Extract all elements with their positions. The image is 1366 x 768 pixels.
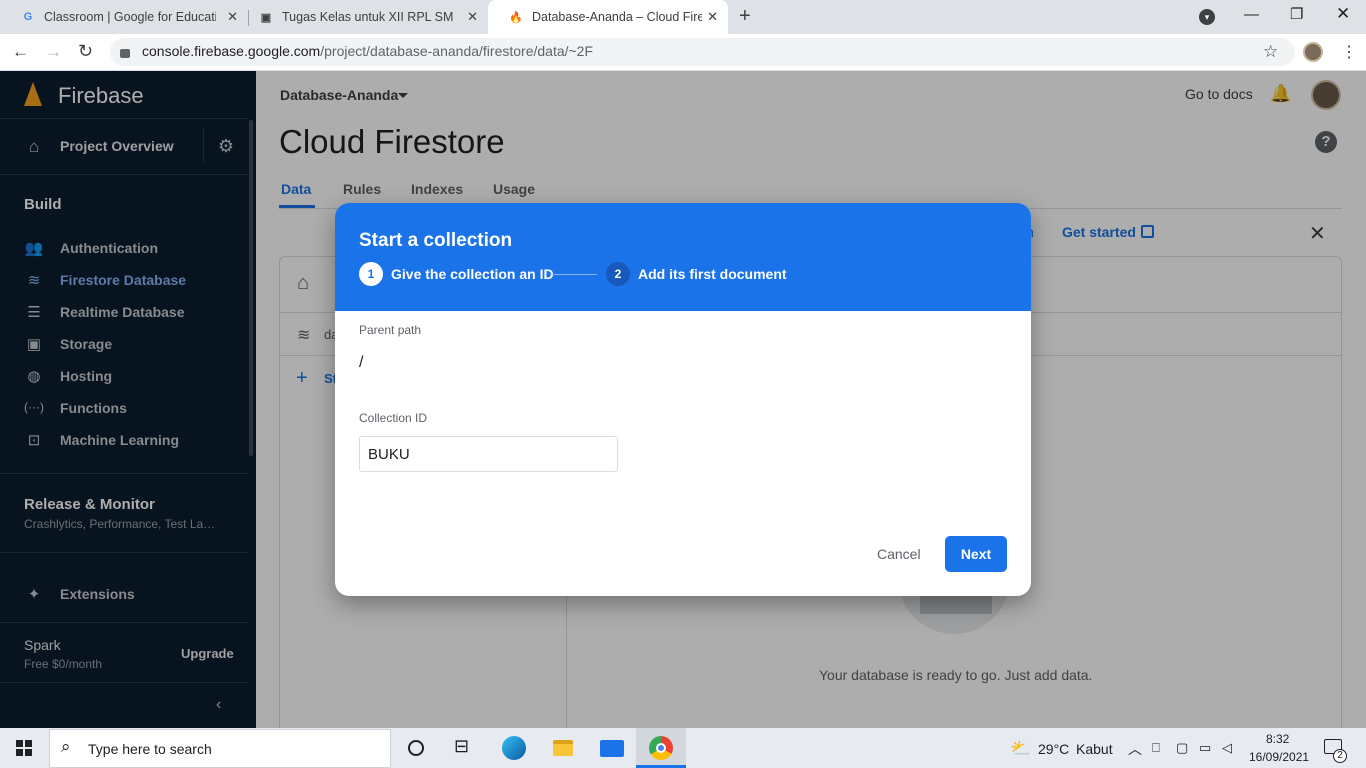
- menu-dots-icon[interactable]: ⋮: [1341, 42, 1357, 62]
- profile-avatar[interactable]: [1303, 42, 1323, 62]
- close-tab-icon[interactable]: ✕: [707, 9, 718, 25]
- start-collection-dialog: Start a collection 1 Give the collection…: [335, 203, 1031, 596]
- minimize-icon[interactable]: —: [1244, 6, 1259, 23]
- chrome-icon[interactable]: [649, 736, 673, 760]
- classroom-icon: ▣: [260, 11, 272, 24]
- firebase-flame-icon: 🔥: [509, 11, 523, 24]
- collection-id-label: Collection ID: [359, 411, 428, 425]
- collection-id-input[interactable]: BUKU: [359, 436, 618, 472]
- weather-temp[interactable]: 29°C: [1038, 741, 1069, 757]
- clock-time[interactable]: 8:32: [1266, 732, 1289, 746]
- task-view-icon[interactable]: ⊟: [454, 736, 469, 757]
- tab-search-icon[interactable]: ▾: [1199, 9, 1215, 25]
- weather-cloud-icon[interactable]: ⛅: [1010, 739, 1031, 759]
- tray-meet-icon[interactable]: ⎕: [1152, 740, 1160, 756]
- browser-tab-tugas[interactable]: ▣ Tugas Kelas untuk XII RPL SMK Ti ✕: [238, 0, 488, 34]
- mail-icon[interactable]: [600, 740, 624, 757]
- modal-scrim-sidebar[interactable]: [0, 71, 256, 728]
- weather-desc[interactable]: Kabut: [1076, 741, 1113, 757]
- tray-chevron-up-icon[interactable]: ︿: [1128, 739, 1142, 759]
- tray-device-icon[interactable]: ▢: [1176, 740, 1188, 756]
- file-explorer-icon[interactable]: [553, 740, 573, 756]
- close-tab-icon[interactable]: ✕: [467, 9, 478, 25]
- windows-start-icon[interactable]: [16, 740, 32, 756]
- parent-path-label: Parent path: [359, 323, 422, 337]
- back-icon[interactable]: ←: [12, 42, 29, 62]
- url-text[interactable]: console.firebase.google.com/project/data…: [142, 43, 593, 59]
- bookmark-star-icon[interactable]: ☆: [1263, 42, 1278, 62]
- edge-icon[interactable]: [502, 736, 526, 760]
- step-2-indicator: 2: [606, 262, 630, 286]
- collection-id-value: BUKU: [368, 446, 410, 463]
- next-button[interactable]: Next: [945, 536, 1007, 572]
- browser-tab-classroom[interactable]: G Classroom | Google for Education ✕: [0, 0, 248, 34]
- tab-title: Classroom | Google for Education: [44, 10, 216, 24]
- lock-icon[interactable]: [120, 49, 130, 58]
- reload-icon[interactable]: ↻: [78, 41, 93, 62]
- volume-muted-icon[interactable]: ◁: [1222, 740, 1232, 756]
- notification-count-badge: 2: [1333, 749, 1347, 763]
- restore-icon[interactable]: ❐: [1290, 5, 1303, 23]
- clock-date[interactable]: 16/09/2021: [1249, 750, 1309, 764]
- new-tab-button[interactable]: +: [739, 5, 751, 28]
- step-1-indicator: 1: [359, 262, 383, 286]
- step-2-label: Add its first document: [638, 266, 787, 282]
- network-icon[interactable]: ▭: [1199, 740, 1211, 756]
- forward-icon[interactable]: →: [45, 42, 62, 62]
- cancel-button[interactable]: Cancel: [877, 546, 921, 562]
- cortana-icon[interactable]: [408, 740, 424, 756]
- parent-path-value: /: [359, 354, 364, 371]
- dialog-title: Start a collection: [359, 230, 513, 251]
- close-tab-icon[interactable]: ✕: [227, 9, 238, 25]
- browser-tab-firebase[interactable]: 🔥 Database-Ananda – Cloud Firestore ✕: [488, 0, 728, 34]
- dialog-header: [335, 203, 1031, 311]
- stepper-connector: [550, 274, 597, 275]
- tab-title: Tugas Kelas untuk XII RPL SMK Ti: [282, 10, 454, 24]
- google-icon: G: [23, 11, 33, 23]
- close-window-icon[interactable]: ✕: [1336, 4, 1350, 24]
- tab-title: Database-Ananda – Cloud Firestore: [532, 10, 702, 24]
- taskbar-search-placeholder: Type here to search: [88, 741, 212, 757]
- step-1-label: Give the collection an ID: [391, 266, 554, 282]
- search-icon: ⌕: [61, 737, 71, 756]
